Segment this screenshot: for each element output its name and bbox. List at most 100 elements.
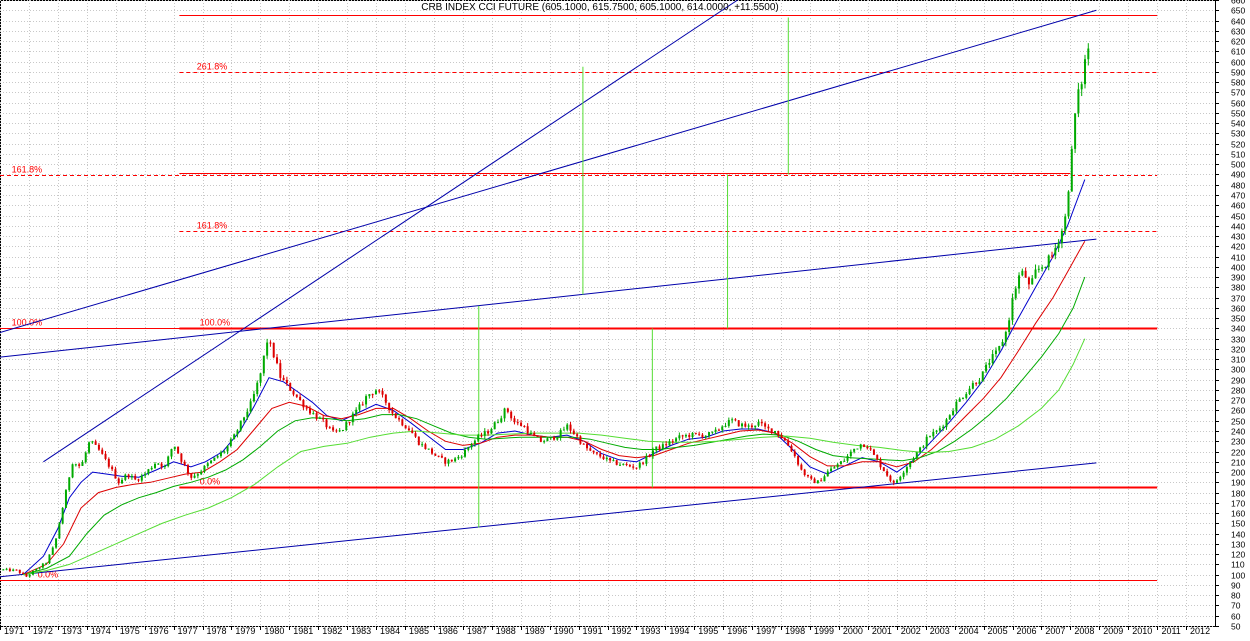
price-bar-body [767,426,770,429]
y-tick-label: 470 [1231,191,1245,201]
x-tick-label: 1973 [62,626,82,636]
price-bar-body [536,436,539,438]
price-bar-body [737,420,740,427]
price-bar-body [391,410,394,414]
price-bar-body [961,397,964,399]
price-bar-body [975,383,978,385]
price-bar-body [134,475,137,480]
price-bar-body [638,462,641,468]
price-bar-body [190,473,193,478]
y-tick-label: 480 [1231,181,1245,191]
price-bar-body [912,458,915,462]
y-tick-label: 380 [1231,283,1245,293]
price-bar-body [734,419,737,421]
price-bar-body [1024,270,1027,278]
price-bar-body [15,569,18,571]
price-bar-body [384,394,387,403]
y-tick-label: 640 [1231,17,1245,27]
price-bar-body [655,446,658,451]
price-bar-body [487,431,490,434]
price-bar-body [210,460,213,464]
price-bar-body [925,436,928,447]
price-bar-body [988,362,991,365]
grid-layer [0,0,1216,627]
price-bar-body [328,427,331,429]
price-bar-body [803,469,806,475]
price-bar-body [510,411,513,419]
price-bar-body [427,448,430,450]
price-bar-body [407,428,410,431]
price-bar-body [866,446,869,449]
x-tick-label: 1991 [583,626,603,636]
price-bar-body [493,422,496,430]
price-bar-body [780,435,783,439]
price-bar-body [414,433,417,437]
price-bar-body [816,480,819,484]
price-bar-body [64,490,67,508]
price-bar-body [12,569,15,571]
price-bar-body [754,425,757,428]
price-bar-body [595,452,598,454]
price-bar-body [1011,298,1014,321]
price-bar-body [833,467,836,469]
price-bar-body [770,428,773,433]
price-bar-body [826,471,829,477]
price-bar-body [467,447,470,450]
price-bar-body [58,523,61,539]
level-label: 0.0% [200,477,221,487]
level-label: 261.8% [197,62,228,72]
price-bar-body [239,420,242,431]
price-bar-body [61,507,64,524]
price-bar-body [919,447,922,453]
x-tick-label: 1992 [611,626,631,636]
price-bar-body [800,464,803,470]
x-tick-label: 1985 [409,626,429,636]
x-tick-label: 1983 [351,626,371,636]
price-bar-body [671,441,674,443]
price-bar-body [628,465,631,467]
price-bar-body [1034,269,1037,279]
price-bar-body [658,446,661,450]
moving-average-line [22,276,1086,576]
price-bar-body [892,480,895,483]
price-bar-body [830,468,833,472]
price-bar-body [899,476,902,481]
price-bar-body [147,469,150,474]
price-bar-body [1064,216,1067,231]
price-bar-body [1041,267,1044,269]
price-bar-body [140,475,143,481]
price-bar-body [717,429,720,431]
price-bar-body [81,462,84,466]
price-bar-body [764,423,767,427]
price-bar-body [1014,288,1017,299]
price-bar-body [668,441,671,446]
y-tick-label: 150 [1231,519,1245,529]
price-bar-body [520,422,523,426]
price-bar-body [675,438,678,442]
y-tick-label: 60 [1231,612,1241,622]
price-bar-body [958,398,961,402]
price-bar-body [71,464,74,478]
y-tick-label: 400 [1231,263,1245,273]
price-bar-body [500,418,503,423]
price-bar-body [813,478,816,484]
price-bar-body [157,463,160,465]
price-bar-body [38,567,41,569]
price-bar-body [282,377,285,380]
price-bar-body [516,422,519,424]
price-bar-body [229,439,232,447]
price-bar-body [411,430,414,434]
price-bar-body [25,573,28,577]
price-bar-body [1044,266,1047,268]
price-bar-body [74,464,77,466]
x-tick-label: 2007 [1045,626,1065,636]
price-bar-body [856,448,859,450]
price-bar-body [952,410,955,416]
y-tick-label: 540 [1231,119,1245,129]
price-bar-body [266,342,269,356]
x-tick-label: 1978 [206,626,226,636]
price-bar-body [84,452,87,463]
price-bar-body [991,354,994,363]
price-bar-body [741,423,744,427]
price-bar-body [378,390,381,392]
